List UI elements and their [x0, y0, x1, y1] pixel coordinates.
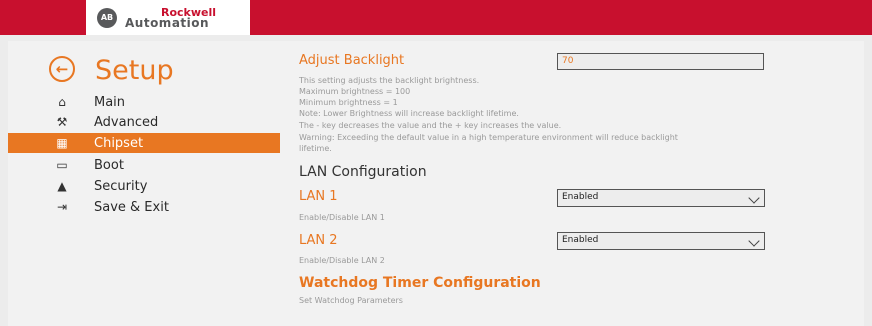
sidebar-item-boot[interactable]: ▭ Boot: [40, 155, 280, 175]
sidebar-item-label: Advanced: [94, 114, 159, 130]
lan1-label: LAN 1: [299, 189, 338, 204]
backlight-desc-line: Note: Lower Brightness will increase bac…: [299, 109, 519, 118]
sidebar-item-label: Security: [94, 178, 148, 194]
sidebar-item-chipset[interactable]: ▦ Chipset: [8, 133, 280, 153]
backlight-title: Adjust Backlight: [299, 53, 405, 68]
chevron-down-icon: [748, 235, 760, 247]
lan-config-title: LAN Configuration: [299, 164, 427, 180]
lan1-select[interactable]: Enabled: [557, 189, 765, 207]
sidebar-item-label: Main: [94, 94, 126, 110]
page-title: Setup: [95, 55, 174, 86]
backlight-desc-line: Maximum brightness = 100: [299, 87, 411, 96]
chevron-down-icon: [748, 192, 760, 204]
back-arrow-icon[interactable]: ←: [49, 56, 75, 82]
lan1-description: Enable/Disable LAN 1: [299, 213, 385, 222]
backlight-input[interactable]: 70: [557, 53, 764, 70]
lan1-select-value: Enabled: [562, 192, 599, 202]
lan2-select[interactable]: Enabled: [557, 232, 765, 250]
backlight-desc-line: The - key decreases the value and the + …: [299, 121, 562, 130]
logo-line2: Automation: [125, 15, 210, 30]
logo-text: Rockwell Automation: [125, 7, 216, 29]
lock-icon: ▲: [57, 179, 67, 193]
sidebar-item-save-exit[interactable]: ⇥ Save & Exit: [40, 197, 280, 217]
sidebar-item-advanced[interactable]: ⚒ Advanced: [40, 112, 280, 132]
sidebar-item-label: Chipset: [94, 135, 144, 151]
exit-icon: ⇥: [56, 200, 68, 214]
drive-icon: ▭: [56, 158, 68, 172]
lan2-select-value: Enabled: [562, 235, 599, 245]
sidebar-item-main[interactable]: ⌂ Main: [40, 92, 280, 112]
home-icon: ⌂: [58, 95, 66, 109]
ab-logo-badge: AB: [97, 7, 117, 28]
sidebar-item-security[interactable]: ▲ Security: [40, 176, 280, 196]
sidebar-item-label: Save & Exit: [94, 199, 169, 215]
backlight-desc-line: lifetime.: [299, 144, 332, 153]
backlight-desc-line: Warning: Exceeding the default value in …: [299, 133, 678, 142]
backlight-desc-line: Minimum brightness = 1: [299, 98, 398, 107]
lan2-description: Enable/Disable LAN 2: [299, 256, 385, 265]
chip-icon: ▦: [56, 136, 68, 150]
watchdog-title[interactable]: Watchdog Timer Configuration: [299, 275, 541, 291]
rockwell-logo: AB Rockwell Automation: [86, 0, 250, 35]
backlight-desc-line: This setting adjusts the backlight brigh…: [299, 76, 480, 85]
wrench-icon: ⚒: [56, 115, 68, 129]
sidebar-item-label: Boot: [94, 157, 124, 173]
watchdog-description: Set Watchdog Parameters: [299, 296, 403, 305]
lan2-label: LAN 2: [299, 233, 338, 248]
